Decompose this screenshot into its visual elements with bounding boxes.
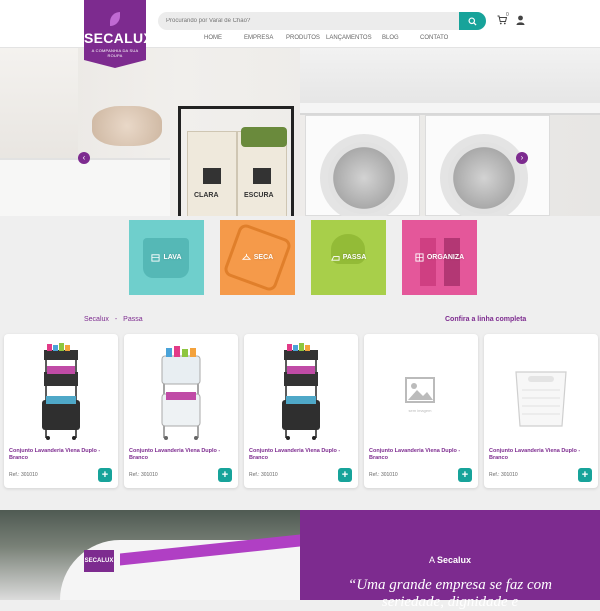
nav-produtos[interactable]: PRODUTOS	[286, 35, 320, 41]
store-logo: SECALUX	[84, 550, 114, 572]
product-name[interactable]: Conjunto Lavanderia Viena Duplo - Branco	[369, 448, 469, 462]
breadcrumb-current: Passa	[123, 316, 143, 323]
breadcrumb-separator: -	[114, 316, 118, 323]
category-organiza-label: ORGANIZA	[415, 253, 464, 262]
bag-label-clara: CLARA	[194, 192, 219, 199]
user-icon[interactable]	[516, 15, 525, 25]
nav-lancamentos[interactable]: LANÇAMENTOS	[326, 35, 372, 41]
hero-counter	[300, 103, 600, 115]
product-card[interactable]: Conjunto Lavanderia Viena Duplo - Branco…	[484, 334, 598, 488]
product-ref: Ref.: 301010	[249, 472, 278, 478]
nav-blog[interactable]: BLOG	[382, 35, 399, 41]
add-to-cart-button[interactable]: +	[338, 468, 352, 482]
basket-icon	[151, 254, 161, 262]
category-lava-label: LAVA	[151, 253, 182, 262]
hero-banner: CLARA ESCURA ‹ ›	[0, 48, 600, 216]
about-prefix: A	[428, 555, 435, 565]
bag-label-escura: ESCURA	[244, 192, 274, 199]
category-seca-label: SECA	[241, 253, 274, 262]
category-lava[interactable]: LAVA	[129, 220, 204, 295]
product-name[interactable]: Conjunto Lavanderia Viena Duplo - Branco	[129, 448, 229, 462]
add-to-cart-button[interactable]: +	[218, 468, 232, 482]
cart-count: 0	[506, 12, 509, 18]
product-name[interactable]: Conjunto Lavanderia Viena Duplo - Branco	[489, 448, 589, 462]
product-ref: Ref.: 301010	[369, 472, 398, 478]
category-passa-text: PASSA	[342, 254, 367, 261]
nav-home[interactable]: HOME	[204, 35, 222, 41]
product-card[interactable]: sem imagem Conjunto Lavanderia Viena Dup…	[364, 334, 478, 488]
category-passa-label: PASSA	[330, 253, 367, 262]
breadcrumb-root[interactable]: Secalux	[84, 316, 109, 323]
logo-tagline: A COMPANHIA DA SUA ROUPA	[91, 48, 139, 58]
product-ref: Ref.: 301010	[9, 472, 38, 478]
category-passa[interactable]: PASSA	[311, 220, 386, 295]
hanger-icon	[241, 253, 251, 260]
hero-cabinet	[0, 158, 170, 216]
product-image	[515, 371, 567, 427]
product-image	[282, 343, 320, 440]
grid-icon	[415, 253, 424, 262]
product-card[interactable]: Conjunto Lavanderia Viena Duplo - Branco…	[4, 334, 118, 488]
about-quote-line2: seriedade, dignidade e	[381, 594, 519, 610]
hero-shelf	[300, 48, 600, 103]
search-bar	[158, 12, 486, 30]
product-image	[161, 346, 201, 440]
add-to-cart-button[interactable]: +	[578, 468, 592, 482]
washer-left	[305, 115, 420, 216]
nav-empresa[interactable]: EMPRESA	[244, 35, 273, 41]
product-card[interactable]: Conjunto Lavanderia Viena Duplo - Branco…	[124, 334, 238, 488]
shirt-icon	[203, 168, 221, 184]
breadcrumb: Secalux - Passa	[84, 316, 147, 323]
product-ref: Ref.: 301010	[489, 472, 518, 478]
full-line-link[interactable]: Confira a linha completa	[445, 316, 526, 323]
laundry-hamper: CLARA ESCURA	[178, 106, 294, 216]
washer-door	[440, 134, 528, 216]
store-photo: SECALUX	[0, 510, 300, 600]
product-image	[42, 343, 80, 440]
search-icon	[468, 16, 477, 26]
search-button[interactable]	[459, 12, 486, 30]
hero-next-button[interactable]: ›	[516, 152, 528, 164]
add-to-cart-button[interactable]: +	[98, 468, 112, 482]
category-lava-text: LAVA	[163, 254, 182, 261]
search-input[interactable]	[158, 12, 458, 30]
category-organiza[interactable]: ORGANIZA	[402, 220, 477, 295]
hero-prev-button[interactable]: ‹	[78, 152, 90, 164]
add-to-cart-button[interactable]: +	[458, 468, 472, 482]
product-name[interactable]: Conjunto Lavanderia Viena Duplo - Branco	[9, 448, 109, 462]
about-heading: A Secalux	[300, 555, 600, 565]
hero-pillow	[92, 106, 162, 146]
product-ref: Ref.: 301010	[129, 472, 158, 478]
product-name[interactable]: Conjunto Lavanderia Viena Duplo - Branco	[249, 448, 349, 462]
category-seca-text: SECA	[253, 254, 274, 261]
secalux-logo[interactable]: SECALUX A COMPANHIA DA SUA ROUPA	[84, 0, 153, 68]
iron-icon	[330, 256, 340, 261]
about-quote-line1: “Uma grande empresa se faz com	[347, 577, 552, 593]
towel-image	[420, 238, 436, 286]
site-header: SECALUX A COMPANHIA DA SUA ROUPA 0 HOME …	[0, 0, 600, 68]
washer-door	[320, 134, 408, 216]
category-seca[interactable]: SECA	[220, 220, 295, 295]
washer-right	[425, 115, 550, 216]
shirt-icon	[253, 168, 271, 184]
logo-wordmark: SECALUX	[84, 30, 153, 46]
hamper-bag-left: CLARA	[187, 131, 237, 216]
nav-contato[interactable]: CONTATO	[420, 35, 448, 41]
product-image-placeholder: sem imagem	[405, 377, 435, 413]
product-card[interactable]: Conjunto Lavanderia Viena Duplo - Branco…	[244, 334, 358, 488]
about-section: A Secalux “Uma grande empresa se faz com…	[300, 510, 600, 610]
towel-image	[444, 238, 460, 286]
green-cloth	[241, 127, 287, 147]
leaf-icon	[110, 12, 120, 26]
about-brand: Secalux	[437, 555, 472, 565]
category-organiza-text: ORGANIZA	[426, 254, 465, 261]
placeholder-text: sem imagem	[409, 408, 433, 413]
